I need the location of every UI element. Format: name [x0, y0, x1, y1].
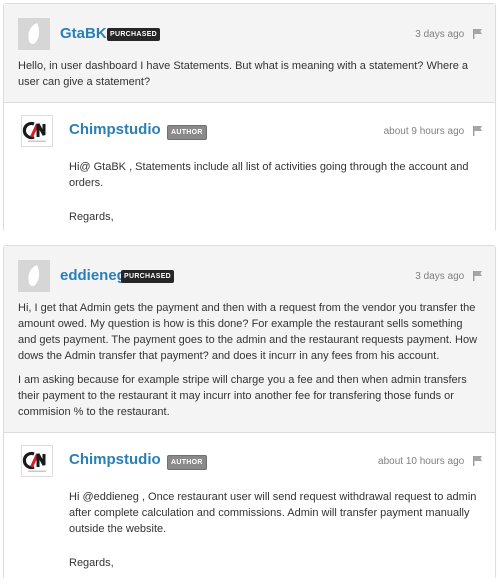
default-avatar-icon — [18, 18, 50, 50]
question-comment: eddieneg PURCHASED 3 days ago Hi, I get … — [4, 246, 495, 433]
chimpstudio-logo-icon — [22, 451, 46, 472]
comment-paragraph: Regards, — [69, 557, 114, 569]
author-reply: Chimpstudio AUTHOR about 10 hours ago Hi… — [4, 433, 495, 583]
avatar[interactable] — [21, 445, 53, 477]
comment-thread: GtaBK PURCHASED 3 days ago Hello, in use… — [3, 3, 496, 237]
timestamp: 3 days ago — [415, 29, 465, 40]
comment-time: 3 days ago — [415, 28, 483, 40]
comment-time: about 10 hours ago — [378, 455, 483, 467]
question-comment: GtaBK PURCHASED 3 days ago Hello, in use… — [4, 4, 495, 103]
comment-header: GtaBK PURCHASED 3 days ago — [18, 18, 483, 52]
comment-body: Hello, in user dashboard I have Statemen… — [18, 52, 483, 90]
avatar[interactable] — [21, 115, 53, 147]
comment-paragraph: Regards, — [69, 211, 114, 223]
purchased-badge: PURCHASED — [121, 270, 175, 283]
comment-header: Chimpstudio AUTHOR about 9 hours ago — [21, 115, 483, 149]
comment-body: Hi, I get that Admin gets the payment an… — [18, 294, 483, 420]
timestamp: about 10 hours ago — [378, 456, 465, 467]
comment-paragraph: Hi @eddieneg , Once restaurant user will… — [69, 491, 477, 535]
comment-paragraph: Hello, in user dashboard I have Statemen… — [18, 60, 469, 88]
comment-thread: eddieneg PURCHASED 3 days ago Hi, I get … — [3, 245, 496, 583]
avatar[interactable] — [18, 260, 50, 292]
flag-icon[interactable] — [472, 125, 483, 136]
username-link[interactable]: eddieneg — [60, 267, 126, 284]
comment-paragraph: Hi, I get that Admin gets the payment an… — [18, 302, 478, 362]
username-link[interactable]: GtaBK — [60, 25, 107, 42]
comment-header: Chimpstudio AUTHOR about 10 hours ago — [21, 445, 483, 479]
timestamp: 3 days ago — [415, 271, 465, 282]
avatar[interactable] — [18, 18, 50, 50]
comment-time: 3 days ago — [415, 270, 483, 282]
flag-icon[interactable] — [472, 28, 483, 39]
comment-header: eddieneg PURCHASED 3 days ago — [18, 260, 483, 294]
author-badge: AUTHOR — [167, 455, 207, 470]
comment-time: about 9 hours ago — [383, 125, 483, 137]
default-avatar-icon — [18, 260, 50, 292]
comment-paragraph: Hi@ GtaBK , Statements include all list … — [69, 161, 469, 189]
username-link[interactable]: Chimpstudio — [69, 121, 161, 138]
author-badge: AUTHOR — [167, 125, 207, 140]
chimpstudio-logo-icon — [22, 121, 46, 142]
purchased-badge: PURCHASED — [107, 28, 161, 41]
comment-body: Hi@ GtaBK , Statements include all list … — [21, 149, 483, 225]
flag-icon[interactable] — [472, 270, 483, 281]
flag-icon[interactable] — [472, 455, 483, 466]
author-reply: Chimpstudio AUTHOR about 9 hours ago Hi@… — [4, 103, 495, 237]
comment-paragraph: I am asking because for example stripe w… — [18, 374, 467, 418]
username-link[interactable]: Chimpstudio — [69, 451, 161, 468]
timestamp: about 9 hours ago — [383, 126, 465, 137]
comment-body: Hi @eddieneg , Once restaurant user will… — [21, 479, 483, 571]
